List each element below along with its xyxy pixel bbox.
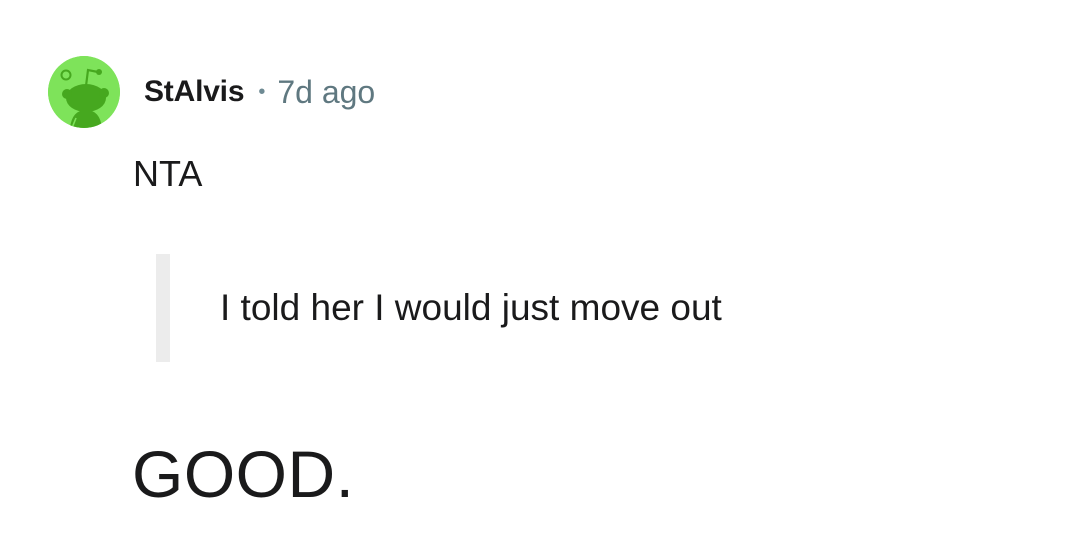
reddit-snoo-avatar-icon bbox=[48, 56, 120, 128]
author-username[interactable]: StAlvis bbox=[144, 75, 245, 109]
blockquote-text: I told her I would just move out bbox=[220, 287, 722, 328]
avatar[interactable] bbox=[48, 56, 120, 128]
comment-text-line: NTA bbox=[133, 153, 203, 194]
comment: StAlvis • 7d ago NTA I told her I would … bbox=[0, 0, 1080, 535]
blockquote: I told her I would just move out bbox=[156, 254, 722, 362]
comment-header: StAlvis • 7d ago bbox=[48, 56, 375, 128]
comment-text-emphasis: GOOD. bbox=[132, 437, 355, 511]
meta-separator: • bbox=[258, 81, 266, 103]
blockquote-bar bbox=[156, 254, 170, 362]
comment-timestamp[interactable]: 7d ago bbox=[277, 74, 375, 111]
